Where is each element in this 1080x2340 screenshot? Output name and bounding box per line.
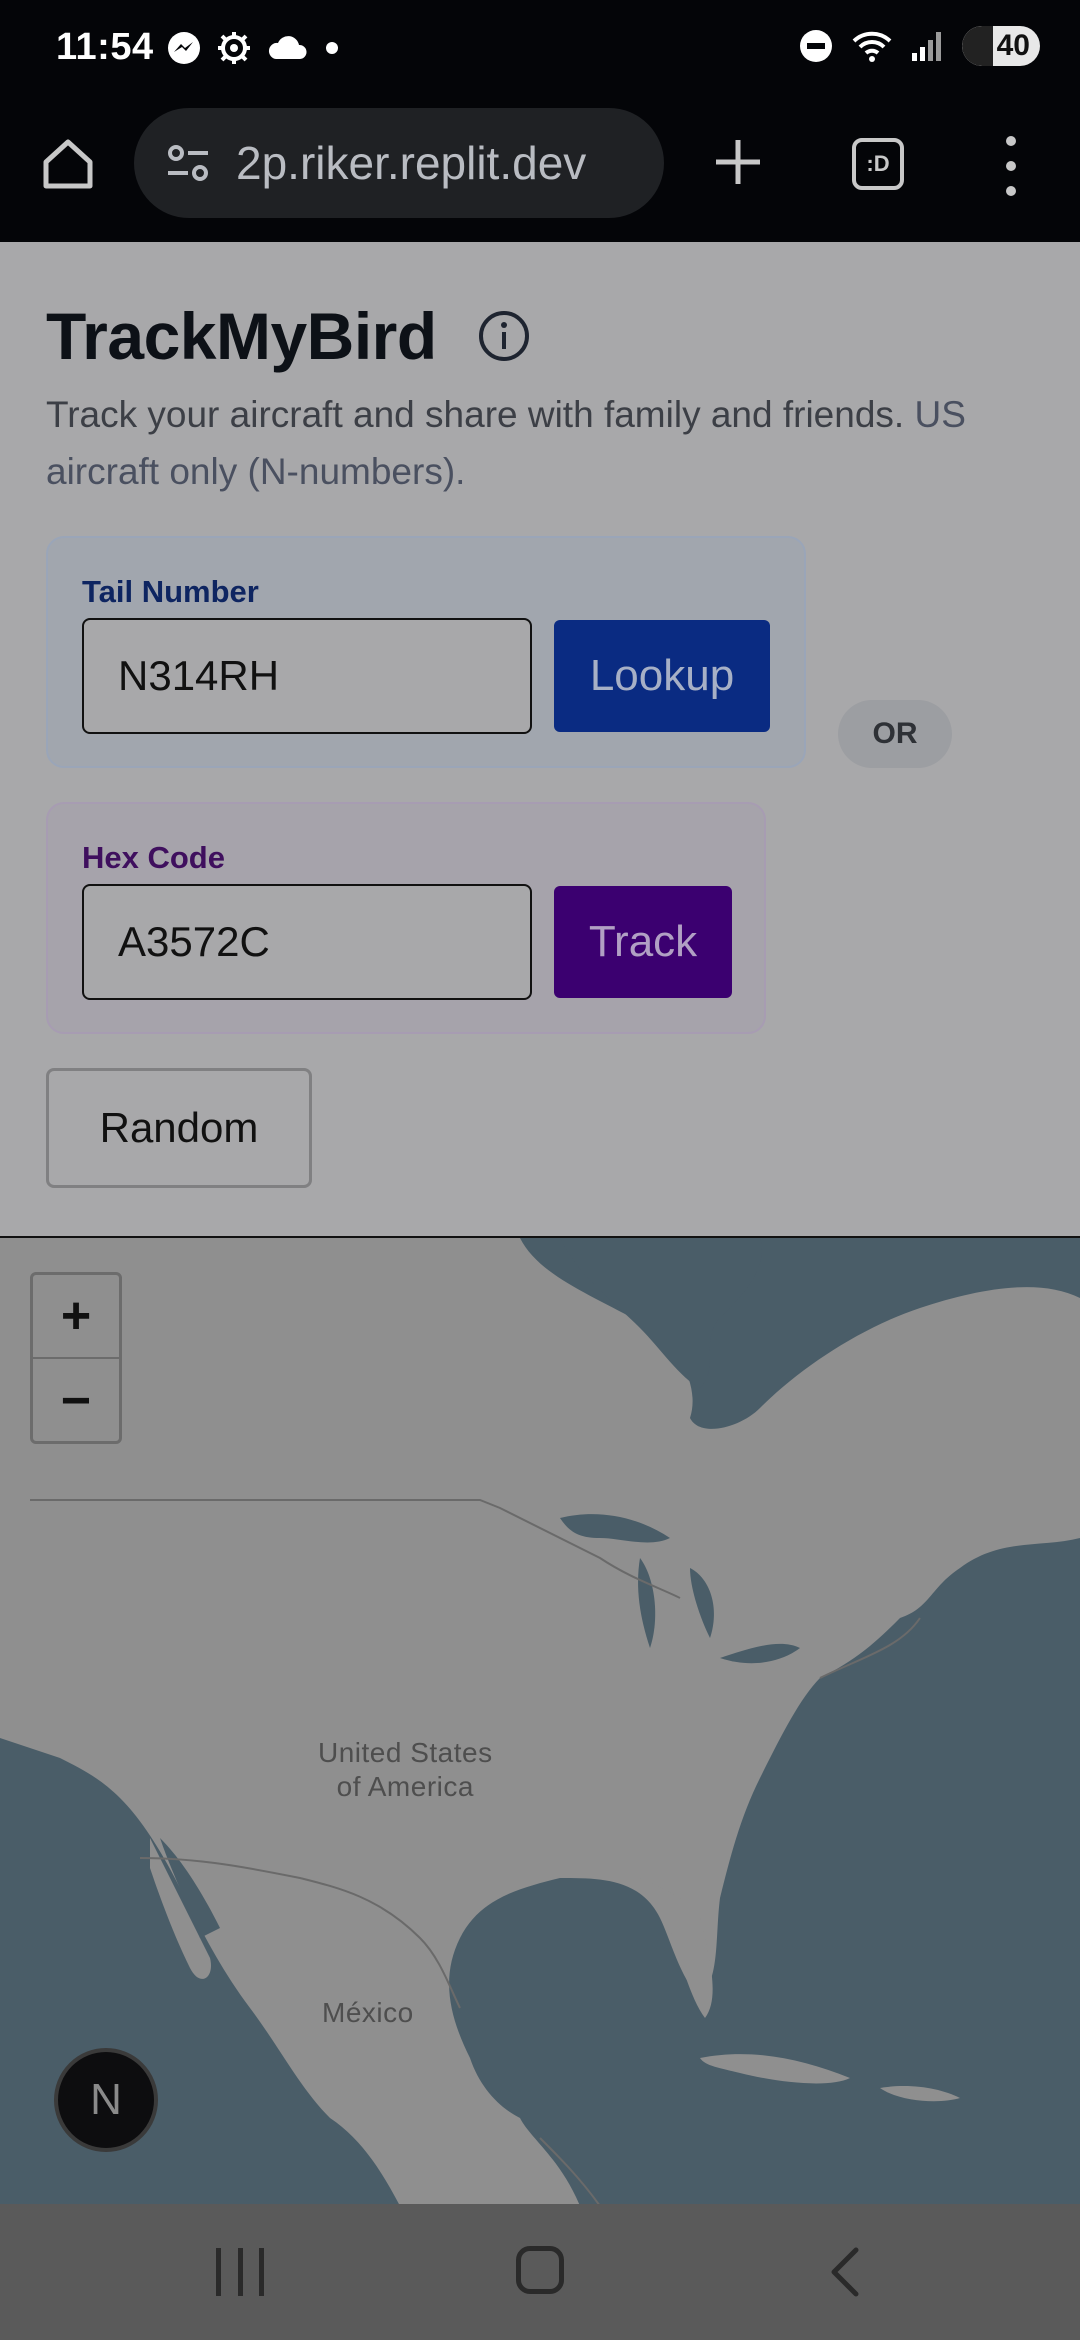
map[interactable]: + − United States of America México N	[0, 1236, 1080, 2204]
messenger-icon	[168, 32, 200, 64]
url-text[interactable]: 2p.riker.replit.dev	[236, 136, 586, 190]
home-nav-icon[interactable]	[516, 2246, 564, 2294]
zoom-in-button[interactable]: +	[33, 1275, 119, 1359]
subtitle-main: Track your aircraft and share with famil…	[46, 394, 905, 435]
dot-icon	[326, 42, 338, 54]
status-right-icons: 40	[798, 26, 1040, 66]
tail-number-label: Tail Number	[82, 574, 259, 609]
hex-code-input[interactable]: A3572C	[82, 884, 532, 1000]
zoom-out-button[interactable]: −	[33, 1359, 119, 1443]
status-left-icons	[166, 30, 342, 66]
tail-number-input[interactable]: N314RH	[82, 618, 532, 734]
battery-icon: 40	[962, 26, 1040, 66]
new-tab-icon[interactable]	[708, 132, 768, 192]
signal-icon	[912, 32, 941, 61]
recents-icon[interactable]	[216, 2248, 264, 2296]
map-land[interactable]	[0, 1238, 1080, 2204]
page-content: TrackMyBird Track your aircraft and shar…	[0, 242, 1080, 1236]
system-nav-bar	[0, 2204, 1080, 2340]
info-icon[interactable]	[477, 309, 531, 363]
home-icon[interactable]	[38, 134, 98, 194]
do-not-disturb-icon	[800, 30, 832, 62]
site-settings-icon[interactable]	[160, 135, 216, 191]
status-time: 11:54	[56, 26, 154, 68]
hex-code-card: Hex Code A3572C Track	[46, 802, 766, 1034]
wifi-icon	[852, 31, 892, 62]
page-subtitle: Track your aircraft and share with famil…	[46, 386, 1046, 500]
hex-code-label: Hex Code	[82, 840, 225, 875]
cloud-icon	[268, 36, 307, 59]
lookup-button[interactable]: Lookup	[554, 620, 770, 732]
battery-level: 40	[996, 29, 1030, 62]
track-button[interactable]: Track	[554, 886, 732, 998]
or-badge: OR	[838, 700, 952, 768]
settings-gear-icon	[218, 32, 250, 64]
tail-number-card: Tail Number N314RH Lookup	[46, 536, 806, 768]
title-row: TrackMyBird	[46, 298, 531, 374]
zoom-control: + −	[30, 1272, 122, 1444]
nextjs-badge[interactable]: N	[54, 2048, 158, 2152]
map-label-mexico: México	[322, 1997, 414, 2028]
map-label-usa: United States of America	[318, 1737, 493, 1802]
tab-switcher-button[interactable]: :D	[852, 138, 904, 190]
page-title: TrackMyBird	[46, 299, 437, 373]
browser-toolbar: 2p.riker.replit.dev :D	[0, 100, 1080, 242]
status-bar: 11:54 40	[0, 0, 1080, 100]
random-button[interactable]: Random	[46, 1068, 312, 1188]
address-bar[interactable]: 2p.riker.replit.dev	[134, 108, 664, 218]
overflow-menu-icon[interactable]	[996, 136, 1026, 196]
back-icon[interactable]	[826, 2246, 866, 2298]
